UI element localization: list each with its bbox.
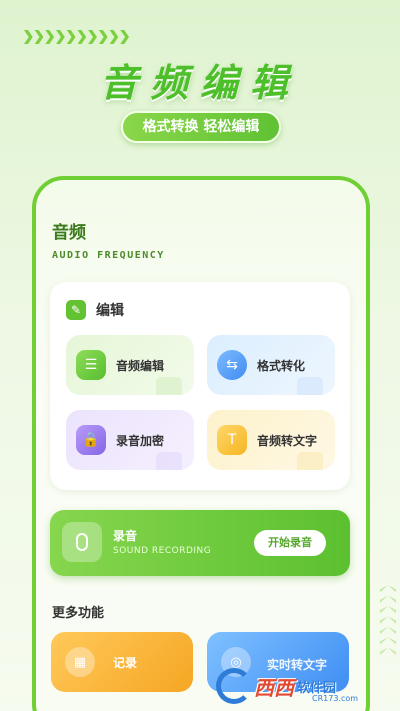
edit-section-header: ✎ 编辑 (66, 300, 124, 320)
decorative-ghost-icon (156, 377, 182, 395)
watermark-text: 软件园 (297, 680, 337, 696)
watermark-url: CR173.com (312, 694, 359, 703)
microphone-icon (62, 522, 102, 562)
decorative-side-chevrons (380, 585, 396, 655)
recording-subtitle: SOUND RECORDING (113, 546, 212, 556)
start-recording-button[interactable]: 开始录音 (254, 530, 326, 556)
lock-icon: 🔒 (76, 425, 106, 455)
decorative-ghost-icon (297, 377, 323, 395)
site-watermark: 西西 软件园 CR173.com (216, 666, 384, 706)
decorative-chevrons (24, 30, 130, 46)
watermark-logo-icon (216, 668, 252, 704)
calendar-icon: ▦ (65, 647, 95, 677)
audio-to-text-button[interactable]: T 音频转文字 (207, 410, 335, 470)
card-subtitle: AUDIO FREQUENCY (52, 250, 165, 261)
tagline-badge: 格式转换 轻松编辑 (121, 111, 281, 143)
audio-edit-button[interactable]: ☰ 音频编辑 (66, 335, 194, 395)
watermark-brand: 西西 (254, 675, 294, 700)
recording-title: 录音 (113, 529, 138, 543)
record-log-label: 记录 (113, 656, 138, 670)
format-convert-icon: ⇆ (217, 350, 247, 380)
decorative-ghost-icon (297, 452, 323, 470)
more-features-title: 更多功能 (52, 606, 105, 621)
audio-to-text-icon: T (217, 425, 247, 455)
record-encrypt-label: 录音加密 (116, 433, 165, 448)
audio-edit-label: 音频编辑 (116, 358, 165, 373)
format-convert-label: 格式转化 (257, 358, 306, 373)
audio-to-text-label: 音频转文字 (257, 433, 318, 448)
audio-edit-icon: ☰ (76, 350, 106, 380)
pencil-icon: ✎ (66, 300, 86, 320)
format-convert-button[interactable]: ⇆ 格式转化 (207, 335, 335, 395)
record-log-button[interactable]: ▦ 记录 (51, 632, 193, 692)
card-title: 音频 (52, 223, 86, 243)
edit-section-label: 编辑 (96, 303, 124, 319)
record-encrypt-button[interactable]: 🔒 录音加密 (66, 410, 194, 470)
hero-title: 音频编辑 (99, 61, 300, 105)
decorative-ghost-icon (156, 452, 182, 470)
